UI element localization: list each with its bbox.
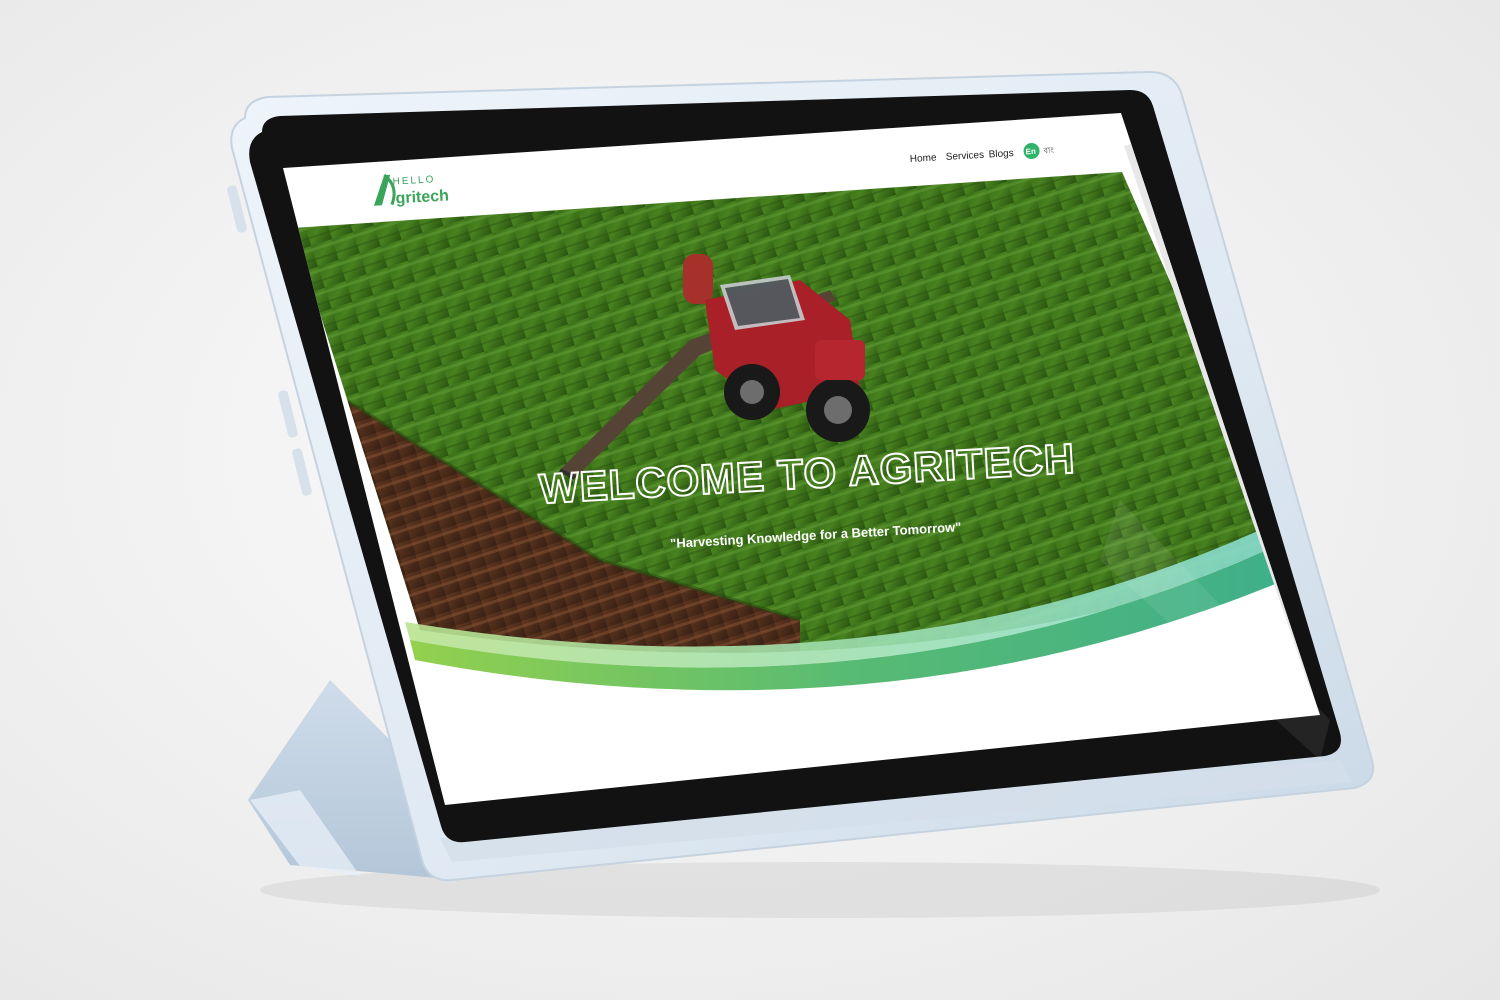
nav-blogs[interactable]: Blogs bbox=[988, 148, 1014, 160]
nav-home[interactable]: Home bbox=[910, 152, 938, 165]
mockup-stage: HELLO gritech Home Services Blogs En বাং… bbox=[0, 0, 1500, 1000]
lang-en[interactable]: En bbox=[1025, 147, 1036, 157]
tablet-mockup: HELLO gritech Home Services Blogs En বাং… bbox=[227, 70, 1380, 918]
nav-services[interactable]: Services bbox=[945, 150, 984, 163]
logo-agritech: gritech bbox=[395, 187, 449, 207]
lang-bn[interactable]: বাং bbox=[1042, 146, 1054, 156]
